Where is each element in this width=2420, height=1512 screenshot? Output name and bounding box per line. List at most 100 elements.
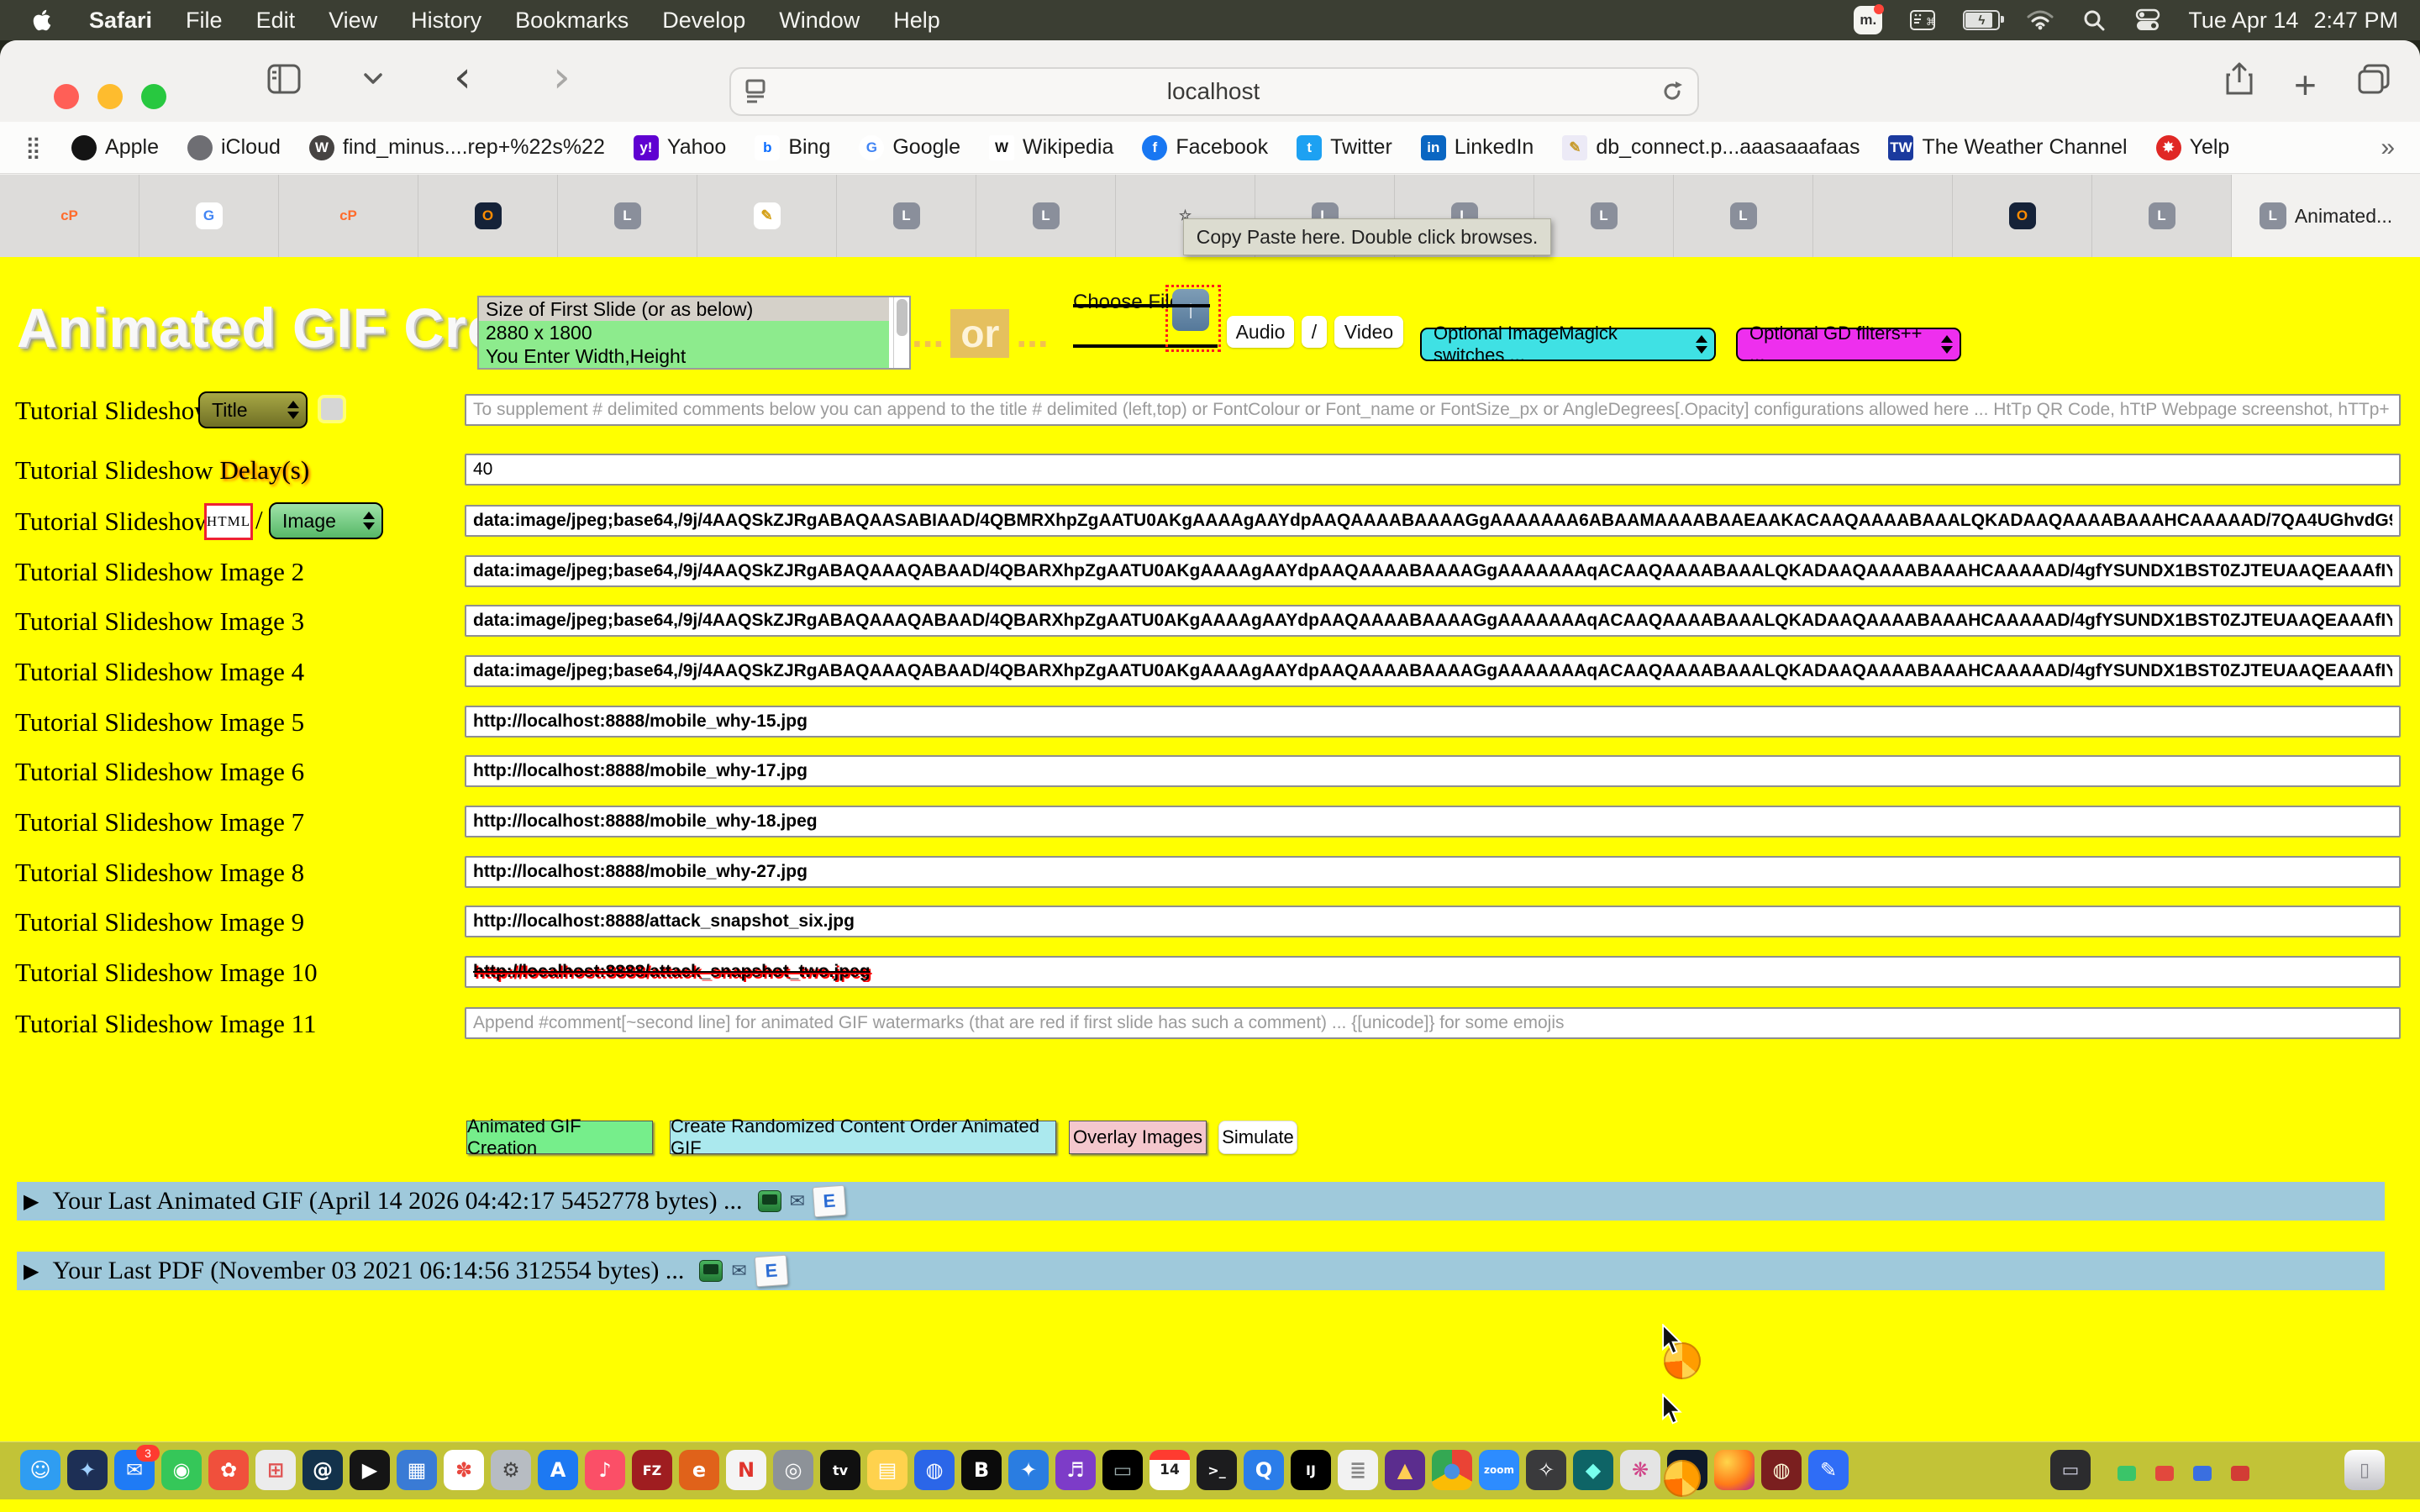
minimize-window-button[interactable] [97,84,123,109]
forward-button[interactable]: › [553,55,571,99]
zoom-window-button[interactable] [141,84,166,109]
dock-minimized-window[interactable] [2155,1466,2174,1481]
slide-9-input[interactable] [465,906,2401,937]
menu-extra-app-icon[interactable]: m. [1854,6,1882,34]
menu-item[interactable]: Help [893,8,940,34]
dock-icon-pinwheel[interactable]: ❋ [1620,1450,1660,1490]
pinned-tab-blank[interactable] [1812,175,1952,257]
reader-icon[interactable] [744,79,766,104]
pinned-tab-l-gray-2[interactable]: L [836,175,976,257]
size-option-dimensions[interactable]: 2880 x 1800 [479,321,889,344]
dock-icon-display-black[interactable]: ▭ [1102,1450,1143,1490]
close-window-button[interactable] [54,84,79,109]
html-mode-button[interactable]: HTML [204,503,253,540]
battery-icon[interactable]: ϟ [1963,10,2000,30]
dock-icon-zoom[interactable]: zoom [1479,1450,1519,1490]
bookmark-yelp[interactable]: ✸ Yelp [2156,135,2230,160]
email-envelope-icon[interactable]: E [813,1185,846,1218]
dock-icon-app-dark-red[interactable]: ◍ [1761,1450,1802,1490]
dock-icon-disc-blue[interactable]: ◍ [914,1450,955,1490]
wifi-icon[interactable] [2027,7,2054,34]
slide-3-input[interactable] [465,605,2401,637]
overlay-images-button[interactable]: Overlay Images [1069,1121,1207,1154]
dock-icon-intellij[interactable]: IJ [1291,1450,1331,1490]
size-listbox[interactable]: Size of First Slide (or as below) 2880 x… [477,296,911,370]
slide-10-input[interactable] [465,956,2401,988]
slide-8-input[interactable] [465,856,2401,888]
dock-icon-docs-white[interactable]: ≣ [1338,1450,1378,1490]
spotlight-icon[interactable] [2081,7,2107,34]
address-bar[interactable]: localhost [729,67,1699,116]
dock-icon-safari[interactable]: ✦ [1008,1450,1049,1490]
dock-icon-preview-gray[interactable]: ◎ [773,1450,813,1490]
disclosure-triangle-icon[interactable]: ▶ [24,1189,39,1213]
apple-menu-icon[interactable] [29,7,55,34]
slide-4-input[interactable] [465,655,2401,687]
title-select[interactable]: Title [198,391,308,428]
menu-item[interactable]: Develop [662,8,745,34]
dock-icon-calendar[interactable]: 14 [1150,1450,1190,1490]
control-center-icon[interactable] [2134,7,2161,34]
dock-icon-music[interactable]: ♪ [585,1450,625,1490]
dock-icon-app-teal[interactable]: ◆ [1573,1450,1613,1490]
dock-icon-app-red[interactable]: ✿ [208,1450,249,1490]
title-checkbox[interactable] [321,398,343,420]
dock-icon-terminal[interactable]: >_ [1197,1450,1237,1490]
dock-icon-firefox[interactable] [1714,1450,1754,1490]
small-envelope-icon[interactable]: ✉ [790,1191,805,1212]
menu-item[interactable]: Bookmarks [515,8,629,34]
slide-11-input[interactable] [465,1007,2401,1039]
menu-item[interactable]: Safari [89,8,152,34]
dock-icon-apple-tv[interactable]: tv [820,1450,860,1490]
bookmark-find-minus[interactable]: W find_minus....rep+%22s%22 [309,135,605,160]
size-option-selected[interactable]: Size of First Slide (or as below) [479,297,889,321]
title-config-input[interactable] [465,394,2401,426]
new-tab-icon[interactable]: + [2294,62,2317,108]
randomized-gif-button[interactable]: Create Randomized Content Order Animated… [670,1121,1056,1154]
dock-minimized-window[interactable] [2193,1466,2212,1481]
dock-icon-app-at[interactable]: @ [302,1450,343,1490]
bookmark-google[interactable]: G Google [859,135,960,160]
imagemagick-switches-select[interactable]: Optional ImageMagick switches ... [1420,328,1716,361]
pinned-tab-cpanel[interactable]: cP [0,175,139,257]
dock-icon-app-blue-grid[interactable]: ▦ [397,1450,437,1490]
disclosure-triangle-icon[interactable]: ▶ [24,1259,39,1283]
pinned-tab-l-gray-6[interactable]: L [1534,175,1673,257]
pinned-tab-l-gray[interactable]: L [557,175,697,257]
bookmark-linkedin[interactable]: in LinkedIn [1421,135,1534,160]
bookmark-yahoo[interactable]: y! Yahoo [634,135,726,160]
slide-6-input[interactable] [465,755,2401,787]
tab-active[interactable]: L Animated... [2231,175,2420,257]
bookmark-db-connect[interactable]: ✎ db_connect.p...aaasaaafaas [1562,135,1860,160]
keyboard-icon[interactable]: ⌘ [1909,7,1936,34]
menu-item[interactable]: History [411,8,481,34]
last-gif-bar[interactable]: ▶ Your Last Animated GIF (April 14 2026 … [17,1182,2385,1221]
dock-icon-mail[interactable]: ✉ 3 [114,1450,155,1490]
dock-icon-external-display[interactable]: ▭ [2050,1450,2091,1490]
menu-clock[interactable]: Tue Apr 142:47 PM [2188,8,2398,34]
sidebar-chevron-icon[interactable] [363,72,383,86]
dock-icon-pen-blue[interactable]: ✎ [1808,1450,1849,1490]
dock-icon-app-gray-dark[interactable]: ✧ [1526,1450,1566,1490]
reload-icon[interactable] [1660,80,1684,103]
dock-icon-news[interactable]: N [726,1450,766,1490]
sidebar-icon[interactable] [267,64,301,94]
pinned-tab-o-dark-2[interactable]: O [1952,175,2091,257]
bookmark-apple[interactable]: Apple [71,135,159,160]
menu-item[interactable]: Edit [256,8,296,34]
tab-overview-icon[interactable] [2358,64,2390,94]
animated-gif-creation-button[interactable]: Animated GIF Creation [466,1121,653,1154]
slide-7-input[interactable] [465,806,2401,837]
back-button[interactable]: ‹ [454,55,471,99]
dock-icon-quicktime[interactable]: Q [1244,1450,1284,1490]
bookmark-weather-channel[interactable]: TW The Weather Channel [1888,135,2127,160]
dock-icon-bear[interactable]: B [961,1450,1002,1490]
bookmark-twitter[interactable]: t Twitter [1297,135,1392,160]
dock-icon-notes-yellow[interactable]: ▤ [867,1450,908,1490]
size-option-custom[interactable]: You Enter Width,Height [479,344,889,368]
pinned-tab-l-gray-7[interactable]: L [1673,175,1812,257]
dock-icon-chrome[interactable]: ● [1432,1450,1472,1490]
small-envelope-icon[interactable]: ✉ [731,1261,746,1282]
dock-icon-photos[interactable]: ✽ [444,1450,484,1490]
gd-filters-select[interactable]: Optional GD filters++ ... [1736,328,1961,361]
